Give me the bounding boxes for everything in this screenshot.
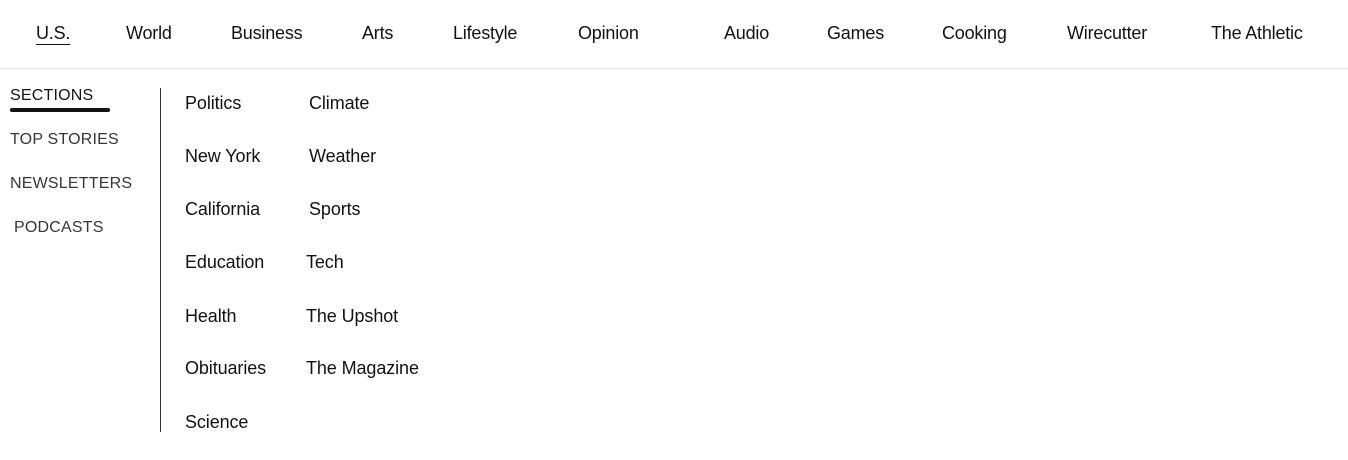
- section-link-tech[interactable]: Tech: [306, 251, 344, 273]
- nav-item-opinion[interactable]: Opinion: [578, 22, 639, 44]
- active-tab-indicator: [10, 108, 110, 112]
- nav-item-us[interactable]: U.S.: [36, 22, 70, 44]
- section-link-education[interactable]: Education: [185, 251, 264, 273]
- nav-item-games[interactable]: Games: [827, 22, 884, 44]
- nav-item-arts[interactable]: Arts: [362, 22, 393, 44]
- section-link-climate[interactable]: Climate: [309, 92, 369, 114]
- section-link-weather[interactable]: Weather: [309, 145, 376, 167]
- tab-sections[interactable]: SECTIONS: [10, 86, 93, 106]
- nav-item-cooking[interactable]: Cooking: [942, 22, 1007, 44]
- tab-newsletters[interactable]: NEWSLETTERS: [10, 174, 132, 194]
- nav-item-audio[interactable]: Audio: [724, 22, 769, 44]
- nav-item-the-athletic[interactable]: The Athletic: [1211, 22, 1303, 44]
- section-link-health[interactable]: Health: [185, 305, 237, 327]
- top-navigation: U.S. World Business Arts Lifestyle Opini…: [0, 0, 1348, 69]
- nav-item-world[interactable]: World: [126, 22, 172, 44]
- section-link-science[interactable]: Science: [185, 411, 248, 433]
- tab-top-stories[interactable]: TOP STORIES: [10, 130, 119, 150]
- vertical-divider: [160, 88, 161, 432]
- section-link-new-york[interactable]: New York: [185, 145, 260, 167]
- nav-item-wirecutter[interactable]: Wirecutter: [1067, 22, 1147, 44]
- section-link-politics[interactable]: Politics: [185, 92, 241, 114]
- tab-podcasts[interactable]: PODCASTS: [14, 218, 104, 238]
- nav-item-lifestyle[interactable]: Lifestyle: [453, 22, 517, 44]
- section-link-california[interactable]: California: [185, 198, 260, 220]
- section-link-obituaries[interactable]: Obituaries: [185, 357, 266, 379]
- nav-item-business[interactable]: Business: [231, 22, 303, 44]
- us-section-menu: U.S. World Business Arts Lifestyle Opini…: [0, 0, 1348, 460]
- section-link-the-upshot[interactable]: The Upshot: [306, 305, 398, 327]
- section-link-the-magazine[interactable]: The Magazine: [306, 357, 419, 379]
- section-link-sports[interactable]: Sports: [309, 198, 361, 220]
